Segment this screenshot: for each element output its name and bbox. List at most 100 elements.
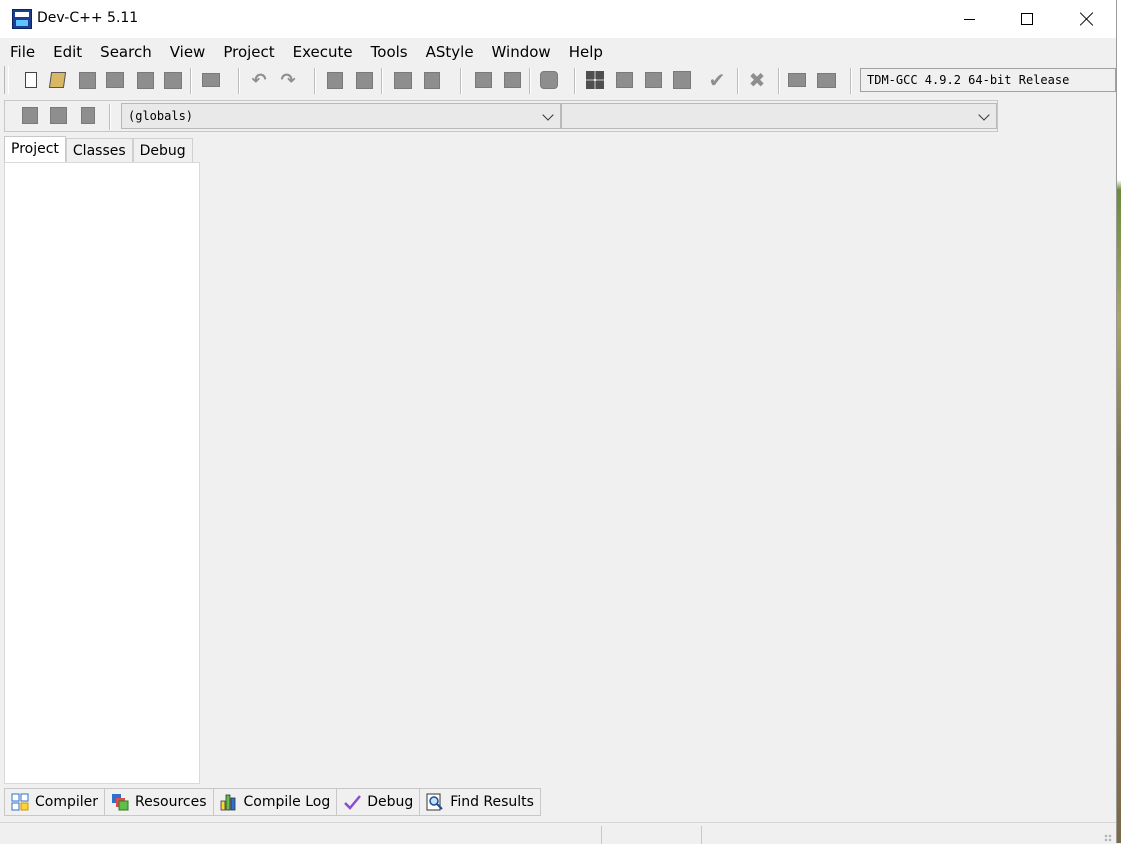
compiler-select[interactable]: TDM-GCC 4.9.2 64-bit Release <box>860 68 1116 92</box>
menu-window[interactable]: Window <box>482 39 559 63</box>
compile-icon <box>586 71 604 89</box>
chevron-down-icon <box>542 109 554 121</box>
debug-icon <box>788 73 806 87</box>
chevron-down-icon <box>978 109 990 121</box>
save-all-button[interactable] <box>104 69 126 91</box>
menu-tools[interactable]: Tools <box>361 39 416 63</box>
close-button[interactable] <box>1064 0 1110 38</box>
menu-astyle[interactable]: AStyle <box>416 39 482 63</box>
undo-icon: ↶ <box>251 69 267 91</box>
bookmark-icon <box>49 106 67 124</box>
minimize-button[interactable] <box>946 0 992 38</box>
close-icon <box>1080 12 1094 26</box>
toolbar-separator <box>850 68 852 94</box>
toggle-comment-button[interactable] <box>538 69 560 91</box>
run-button[interactable] <box>613 69 635 91</box>
left-panel-tabs: Project Classes Debug <box>4 136 193 163</box>
insert-icon <box>22 106 38 124</box>
menu-project[interactable]: Project <box>213 39 282 63</box>
print-button[interactable] <box>200 69 222 91</box>
find-next-button[interactable] <box>392 69 414 91</box>
menu-execute[interactable]: Execute <box>283 39 361 63</box>
find-results-icon <box>426 793 444 811</box>
save-button[interactable] <box>76 69 98 91</box>
check-icon: ✔ <box>708 68 726 92</box>
rebuild-icon <box>673 71 691 89</box>
run-icon <box>615 72 633 88</box>
app-window: Dev-C++ 5.11 File Edit Search View Proje… <box>0 0 1117 844</box>
tab-compile-log[interactable]: Compile Log <box>213 788 338 816</box>
close-file-button[interactable] <box>134 69 156 91</box>
open-file-button[interactable] <box>46 69 68 91</box>
resize-grip-icon[interactable] <box>1104 834 1112 842</box>
scope-dropdown[interactable]: (globals) <box>121 103 561 129</box>
close-all-icon <box>164 71 182 89</box>
menu-edit[interactable]: Edit <box>43 39 90 63</box>
toolbar-grip[interactable] <box>4 66 9 94</box>
toolbar-separator <box>737 68 739 94</box>
maximize-icon <box>1021 13 1033 25</box>
tab-project[interactable]: Project <box>4 136 66 163</box>
new-file-icon <box>25 72 37 88</box>
tab-compile-log-label: Compile Log <box>243 794 331 810</box>
goto-bookmark-button[interactable] <box>77 104 99 126</box>
compile-button[interactable] <box>584 69 606 91</box>
new-file-button[interactable] <box>20 69 42 91</box>
minimize-icon <box>963 18 975 20</box>
menu-search[interactable]: Search <box>90 39 160 63</box>
tab-resources-label: Resources <box>135 794 207 810</box>
close-all-button[interactable] <box>162 69 184 91</box>
compile-run-button[interactable] <box>642 69 664 91</box>
comment-icon <box>540 71 558 89</box>
toolbar-separator <box>381 68 383 94</box>
menu-help[interactable]: Help <box>559 39 611 63</box>
toggle-bookmark-button[interactable] <box>47 104 69 126</box>
tab-classes[interactable]: Classes <box>65 138 133 163</box>
status-separator <box>701 826 702 844</box>
tab-resources[interactable]: Resources <box>105 788 214 816</box>
redo-button[interactable]: ↷ <box>277 69 299 91</box>
toolbar-separator <box>190 68 192 94</box>
app-icon <box>12 9 32 29</box>
tab-debug[interactable]: Debug <box>132 138 193 163</box>
close-file-icon <box>136 71 154 89</box>
goto-line-button[interactable] <box>421 69 443 91</box>
insert-button[interactable] <box>19 104 41 126</box>
main-toolbar: ↶ ↷ ✔ ✖ TDM-GCC 4.9.2 64-bit Release <box>4 64 1116 98</box>
tab-find-results[interactable]: Find Results <box>420 788 541 816</box>
find-button[interactable] <box>324 69 346 91</box>
resources-icon <box>111 793 129 811</box>
toolbar-separator <box>314 68 316 94</box>
profile-button[interactable] <box>815 69 837 91</box>
debug-button[interactable] <box>786 69 808 91</box>
tab-debug-output[interactable]: Debug <box>337 788 421 816</box>
syntax-check-button[interactable]: ✔ <box>706 68 728 92</box>
goto-line-icon <box>424 71 440 89</box>
unindent-button[interactable] <box>501 69 523 91</box>
maximize-button[interactable] <box>1004 0 1050 38</box>
find-icon <box>327 71 343 89</box>
compile-run-icon <box>644 72 662 88</box>
menu-file[interactable]: File <box>0 39 43 63</box>
find-next-icon <box>394 71 412 89</box>
redo-icon: ↷ <box>280 69 296 91</box>
toolbar-separator <box>460 68 462 94</box>
toolbar-separator <box>778 68 780 94</box>
menu-view[interactable]: View <box>160 39 214 63</box>
indent-button[interactable] <box>472 69 494 91</box>
rebuild-button[interactable] <box>671 69 693 91</box>
save-icon <box>78 71 96 89</box>
member-dropdown[interactable] <box>561 103 997 129</box>
desktop-edge <box>1117 0 1121 843</box>
profile-icon <box>816 72 836 88</box>
debug-check-icon <box>343 793 362 811</box>
undo-button[interactable]: ↶ <box>248 69 270 91</box>
tab-compiler-label: Compiler <box>35 794 99 810</box>
stop-button[interactable]: ✖ <box>746 68 768 92</box>
window-title: Dev-C++ 5.11 <box>37 10 139 26</box>
status-separator <box>601 826 602 844</box>
replace-button[interactable] <box>353 69 375 91</box>
tab-compiler[interactable]: Compiler <box>4 788 106 816</box>
project-panel[interactable] <box>4 162 200 784</box>
print-icon <box>202 73 220 87</box>
